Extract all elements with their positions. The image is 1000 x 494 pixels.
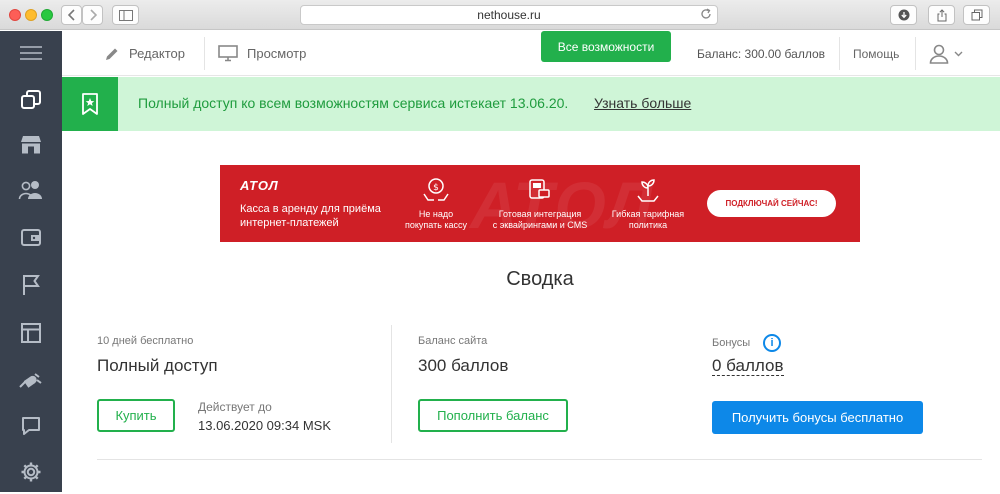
forward-button[interactable] [82, 5, 103, 25]
minimize-window-button[interactable] [25, 9, 37, 21]
user-icon [929, 44, 949, 64]
plan-label: 10 дней бесплатно [97, 335, 194, 347]
learn-more-link[interactable]: Узнать больше [594, 95, 691, 111]
address-text: nethouse.ru [477, 8, 541, 22]
plug-icon [19, 373, 42, 388]
chevron-right-icon [89, 9, 97, 21]
notice-badge [62, 77, 118, 131]
svg-text:$: $ [433, 183, 439, 193]
chevron-left-icon [67, 9, 75, 21]
copy-pages-icon [21, 90, 41, 109]
share-icon [937, 8, 946, 21]
toolbar-divider [915, 37, 916, 70]
ad-connect-button[interactable]: ПОДКЛЮЧАЙ СЕЙЧАС! [707, 190, 836, 217]
sidebar-item-settings[interactable] [0, 450, 62, 494]
layout-icon [21, 323, 41, 343]
monitor-icon [218, 45, 238, 62]
valid-until-value: 13.06.2020 09:34 MSK [198, 418, 331, 433]
preview-tab[interactable]: Просмотр [218, 31, 306, 76]
download-icon [898, 9, 909, 21]
section-divider [97, 459, 982, 460]
sidebar-menu-toggle[interactable] [0, 31, 62, 75]
sidebar-item-integrations[interactable] [0, 358, 62, 402]
ad-feature-1: Не надо покупать кассу [404, 209, 468, 230]
toolbar-divider [204, 37, 205, 70]
editor-tab[interactable]: Редактор [104, 31, 185, 76]
column-divider [391, 325, 392, 443]
gear-icon [21, 462, 41, 482]
buy-button[interactable]: Купить [97, 399, 175, 432]
valid-until-label: Действует до [198, 400, 272, 414]
sidebar-item-templates[interactable] [0, 311, 62, 355]
users-icon [18, 181, 42, 200]
chat-icon [22, 417, 40, 435]
get-free-bonuses-button[interactable]: Получить бонусы бесплатно [712, 401, 923, 434]
balance-label: Баланс сайта [418, 335, 488, 347]
address-bar[interactable]: nethouse.ru [300, 5, 718, 25]
chevron-down-icon [954, 51, 963, 56]
all-features-button[interactable]: Все возможности [541, 31, 671, 62]
sidebar-item-promotion[interactable] [0, 263, 62, 307]
sidebar-item-messages[interactable] [0, 404, 62, 448]
atol-ad-banner[interactable]: АТОЛ АТОЛ Касса в аренду для приёма инте… [220, 165, 860, 242]
top-toolbar: Редактор Просмотр Все возможности Баланс… [62, 31, 1000, 76]
editor-label: Редактор [129, 46, 185, 61]
balance-link[interactable]: Баланс: 300.00 баллов [697, 31, 825, 76]
sidebar-toggle-button[interactable] [112, 5, 139, 25]
sidebar-item-pages[interactable] [0, 78, 62, 122]
plan-value: Полный доступ [97, 356, 218, 375]
summary-title: Сводка [506, 268, 574, 290]
ad-tagline: Касса в аренду для приёма интернет-плате… [240, 203, 381, 229]
bookmark-star-icon [82, 93, 98, 115]
account-menu-button[interactable] [929, 31, 963, 76]
hamburger-icon [20, 46, 42, 60]
flag-icon [23, 275, 40, 295]
tabs-overview-button[interactable] [963, 5, 990, 25]
share-button[interactable] [928, 5, 955, 25]
integration-icon [529, 179, 550, 199]
sidebar-item-wallet[interactable] [0, 215, 62, 259]
help-link[interactable]: Помощь [853, 31, 899, 76]
reload-icon[interactable] [700, 8, 712, 23]
close-window-button[interactable] [9, 9, 21, 21]
downloads-button[interactable] [890, 5, 917, 25]
plant-growth-icon [637, 179, 659, 202]
toolbar-divider [839, 37, 840, 70]
balance-value: 300 баллов [418, 356, 509, 375]
info-icon[interactable]: i [763, 334, 781, 352]
browser-chrome: nethouse.ru [0, 0, 1000, 30]
sidebar-icon [118, 9, 133, 21]
notice-text: Полный доступ ко всем возможностям серви… [138, 95, 569, 111]
trial-notice-banner: Полный доступ ко всем возможностям серви… [62, 77, 1000, 131]
ad-logo: АТОЛ [240, 178, 279, 193]
left-sidebar [0, 31, 62, 492]
store-icon [21, 136, 41, 154]
coin-hands-icon: $ [423, 178, 449, 201]
top-up-balance-button[interactable]: Пополнить баланс [418, 399, 568, 432]
ad-feature-2: Готовая интеграция с эквайрингами и CMS [492, 209, 588, 230]
back-button[interactable] [61, 5, 82, 25]
sidebar-item-users[interactable] [0, 168, 62, 212]
bonuses-label: Бонусы [712, 337, 751, 349]
sidebar-item-store[interactable] [0, 123, 62, 167]
preview-label: Просмотр [247, 46, 307, 61]
pencil-icon [106, 48, 118, 60]
bonuses-value[interactable]: 0 баллов [712, 357, 784, 376]
tabs-icon [971, 9, 982, 21]
zoom-window-button[interactable] [41, 9, 53, 21]
wallet-icon [21, 229, 41, 246]
ad-feature-3: Гибкая тарифная политика [611, 209, 685, 230]
